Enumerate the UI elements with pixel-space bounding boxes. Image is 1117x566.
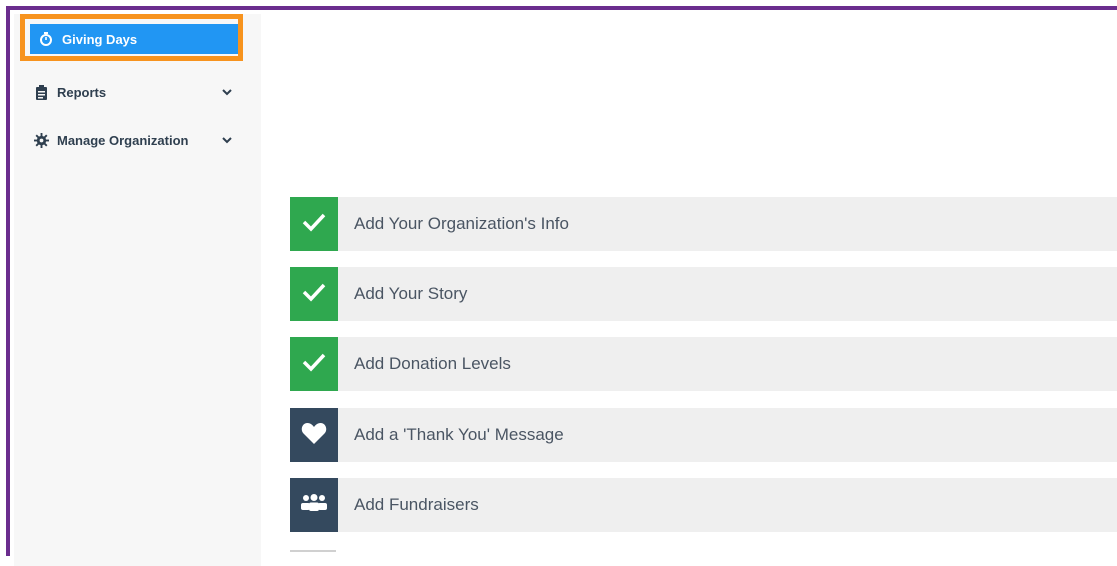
task-status-badge [290,478,338,532]
checkmark-icon [302,212,326,237]
checkmark-icon [302,282,326,307]
gear-icon [33,132,49,148]
task-row-fundraisers[interactable]: Add Fundraisers [290,478,1117,532]
task-label: Add Fundraisers [354,495,479,514]
checkmark-icon [302,352,326,377]
chevron-down-icon[interactable] [221,86,233,98]
chevron-down-icon[interactable] [221,134,233,146]
task-row-organization-info[interactable]: Add Your Organization's Info [290,197,1117,251]
task-label: Add a 'Thank You' Message [354,425,564,444]
task-label: Add Donation Levels [354,354,511,373]
sidebar-item-label: Reports [57,84,107,100]
clipboard-icon [33,84,49,100]
sidebar-item-label: Giving Days [62,31,138,47]
task-status-badge [290,408,338,462]
task-label: Add Your Story [354,284,468,303]
sidebar-item-giving-days[interactable]: Giving Days [30,24,238,54]
task-row-donation-levels[interactable]: Add Donation Levels [290,337,1117,391]
task-status-badge [290,197,338,251]
sidebar-item-label: Manage Organization [57,132,189,148]
next-task-row-edge [290,550,336,552]
users-icon [300,493,328,517]
task-row-thank-you-message[interactable]: Add a 'Thank You' Message [290,408,1117,462]
sidebar-item-reports[interactable]: Reports [33,82,233,102]
heart-icon [301,421,327,450]
stopwatch-icon [38,31,54,47]
sidebar-item-manage-organization[interactable]: Manage Organization [33,130,233,150]
task-label: Add Your Organization's Info [354,214,569,233]
task-row-story[interactable]: Add Your Story [290,267,1117,321]
task-status-badge [290,337,338,391]
task-status-badge [290,267,338,321]
